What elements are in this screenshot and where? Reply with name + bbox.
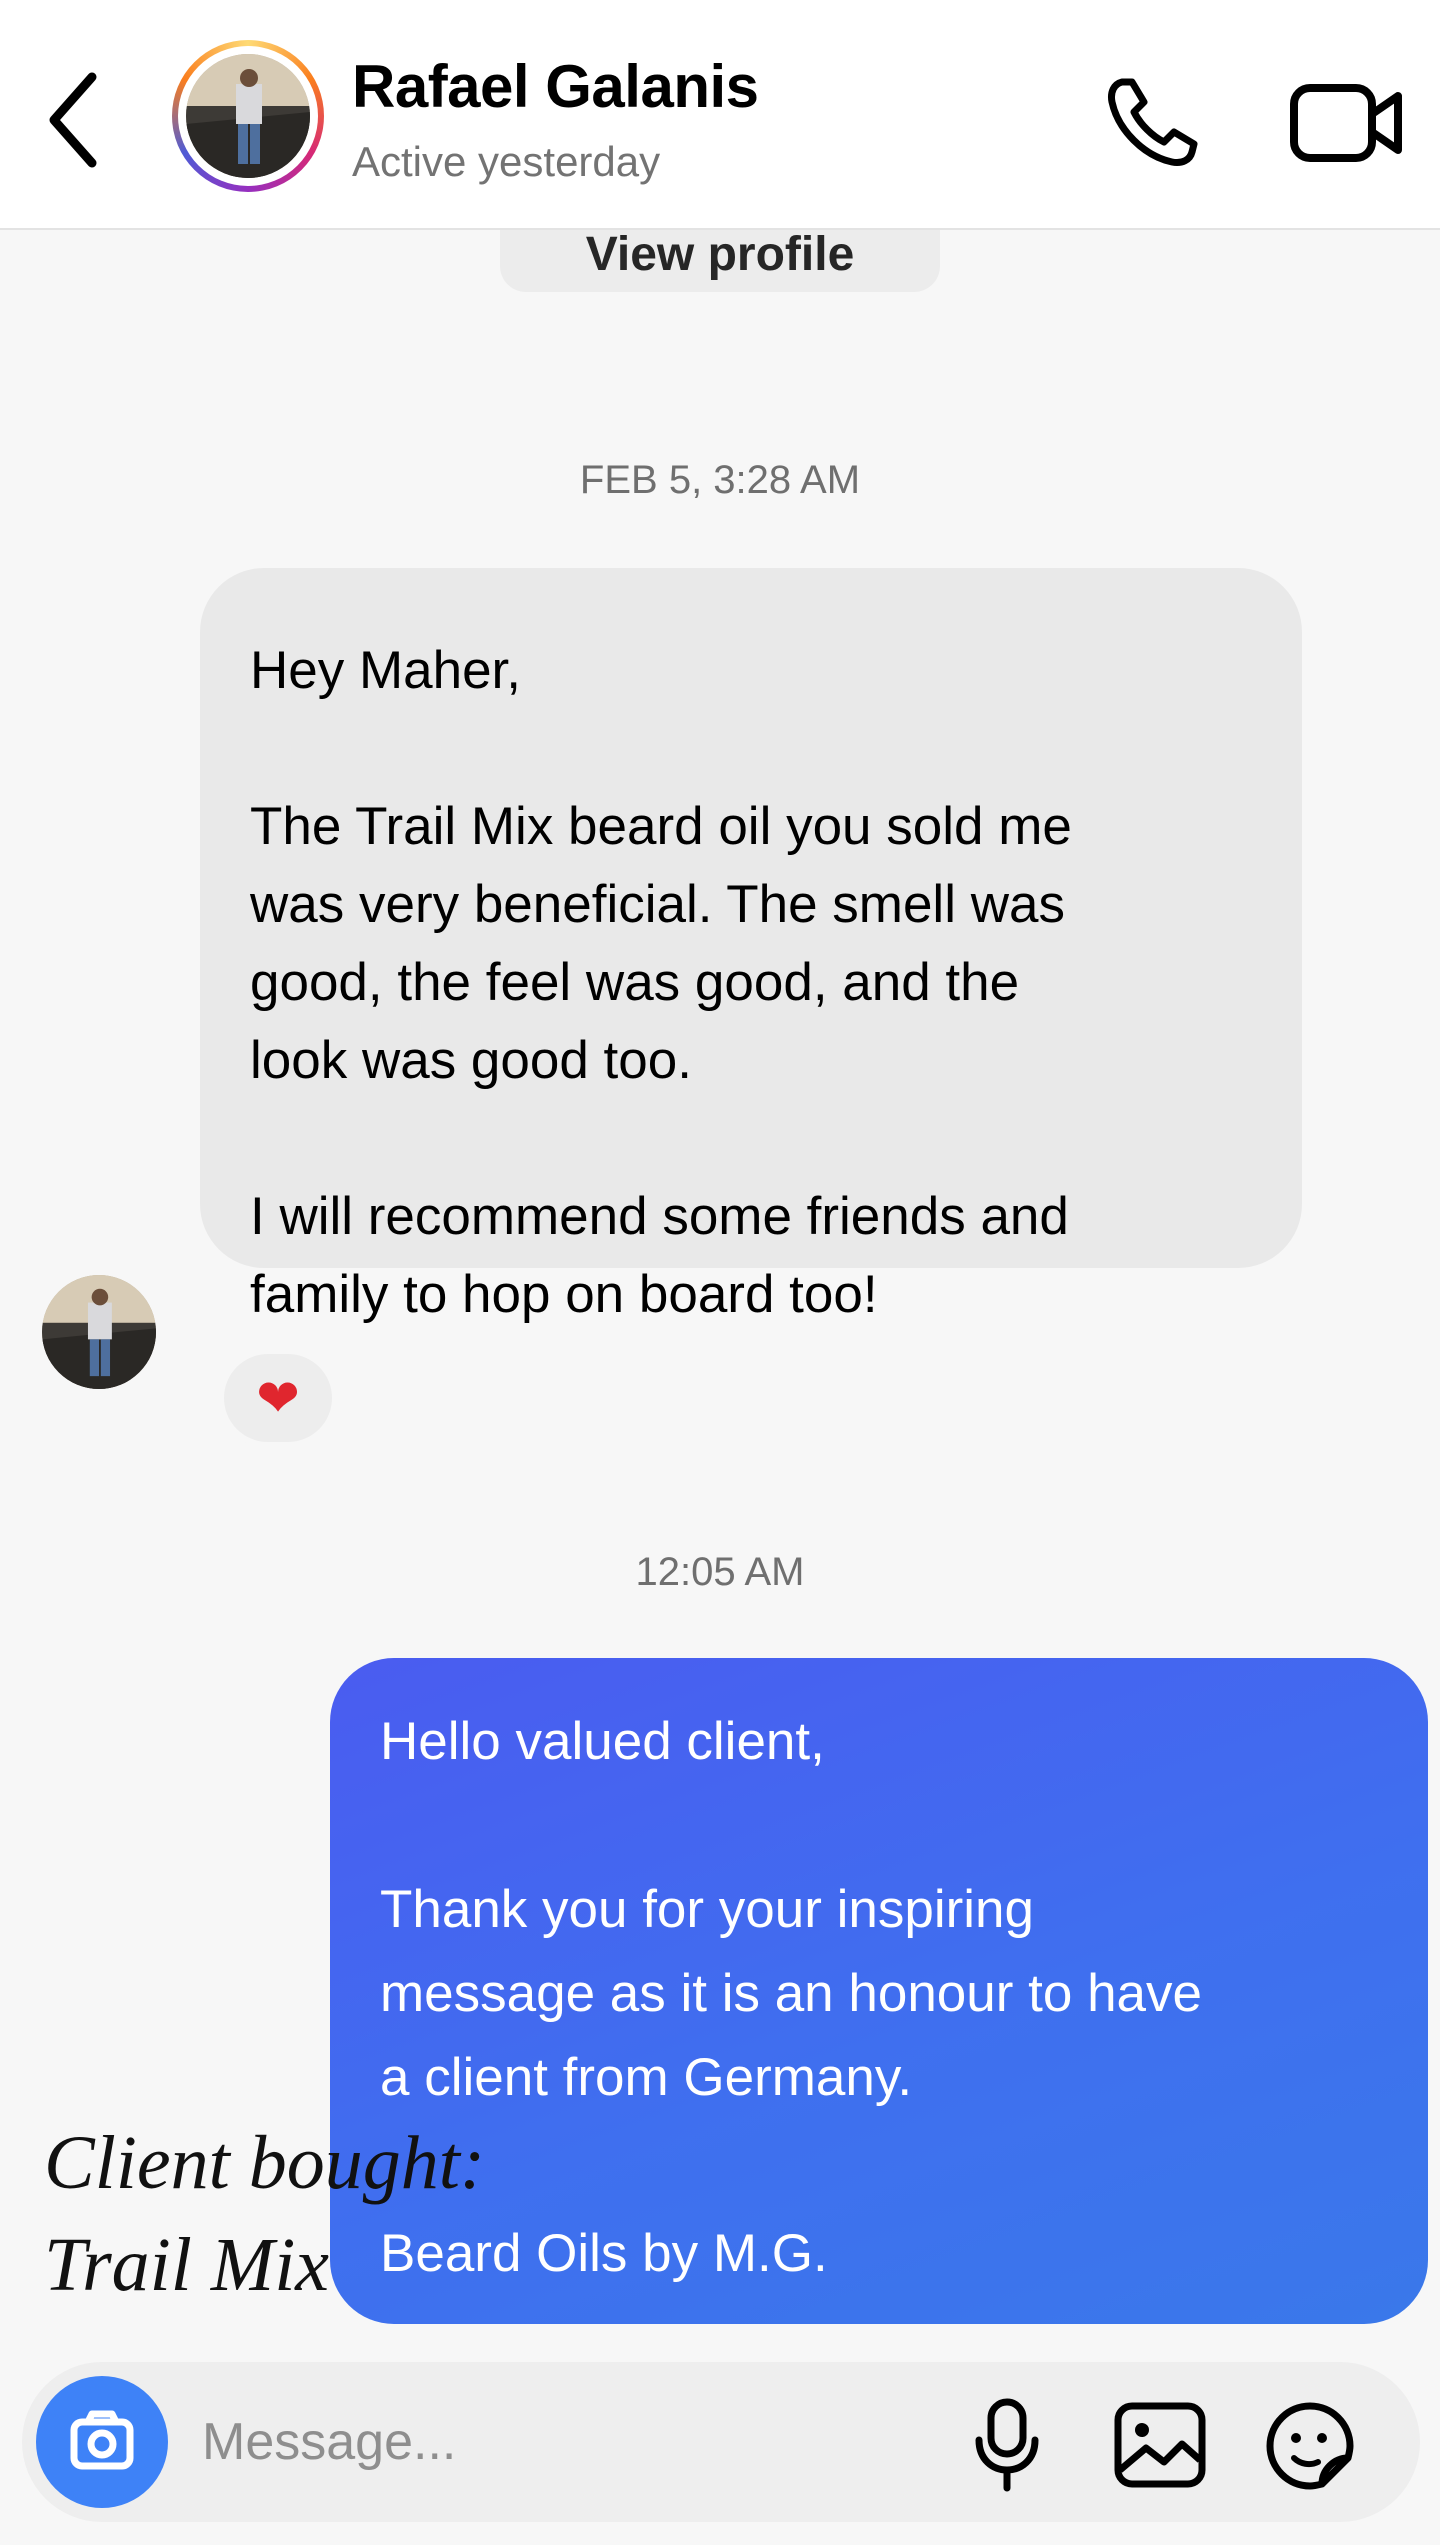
timestamp: FEB 5, 3:28 AM xyxy=(579,458,861,502)
video-camera-icon[interactable] xyxy=(1288,78,1408,168)
overlay-caption-line1: Client bought: xyxy=(44,2121,486,2205)
message-line: The Trail Mix beard oil you sold me xyxy=(250,797,1072,856)
message-line: Hello valued client, xyxy=(380,1712,825,1771)
outgoing-message-bubble[interactable]: Hello valued client, Thank you for your … xyxy=(330,1658,1428,2324)
avatar-photo xyxy=(186,54,310,178)
message-line: Hey Maher, xyxy=(250,641,522,700)
composer-bar xyxy=(22,2362,1420,2522)
overlay-caption-line2: Trail Mix xyxy=(44,2223,330,2307)
chevron-left-icon[interactable] xyxy=(40,65,110,175)
active-status: Active yesterday xyxy=(352,138,661,185)
phone-icon[interactable] xyxy=(1100,72,1210,172)
view-profile-button[interactable]: View profile xyxy=(500,230,940,292)
message-line: family to hop on board too! xyxy=(250,1265,878,1324)
message-line: was very beneficial. The smell was xyxy=(250,875,1065,934)
camera-icon xyxy=(70,2410,134,2470)
message-line: look was good too. xyxy=(250,1031,692,1090)
contact-name[interactable]: Rafael Galanis xyxy=(352,52,759,121)
message-thread: View profile FEB 5, 3:28 AM Hey Maher, T… xyxy=(0,230,1440,2340)
message-input[interactable] xyxy=(202,2402,902,2482)
sender-avatar[interactable] xyxy=(42,1275,156,1389)
incoming-message-bubble[interactable]: Hey Maher, The Trail Mix beard oil you s… xyxy=(200,568,1302,1324)
message-line: Beard Oils by M.G. xyxy=(380,2224,828,2283)
chat-header: Rafael Galanis Active yesterday xyxy=(0,0,1440,230)
gallery-icon[interactable] xyxy=(1112,2400,1208,2490)
avatar[interactable] xyxy=(172,40,324,192)
message-line: good, the feel was good, and the xyxy=(250,953,1020,1012)
message-line: I will recommend some friends and xyxy=(250,1187,1069,1246)
microphone-icon[interactable] xyxy=(967,2394,1047,2494)
sticker-icon[interactable] xyxy=(1262,2398,1358,2494)
camera-button[interactable] xyxy=(36,2376,168,2508)
message-composer xyxy=(0,2340,1440,2545)
timestamp: 12:05 AM xyxy=(635,1550,805,1594)
message-line: a client from Germany. xyxy=(380,2048,913,2107)
message-line: Thank you for your inspiring xyxy=(380,1880,1034,1939)
heart-reaction-icon[interactable]: ❤ xyxy=(218,1348,338,1448)
message-line: message as it is an honour to have xyxy=(380,1964,1202,2023)
